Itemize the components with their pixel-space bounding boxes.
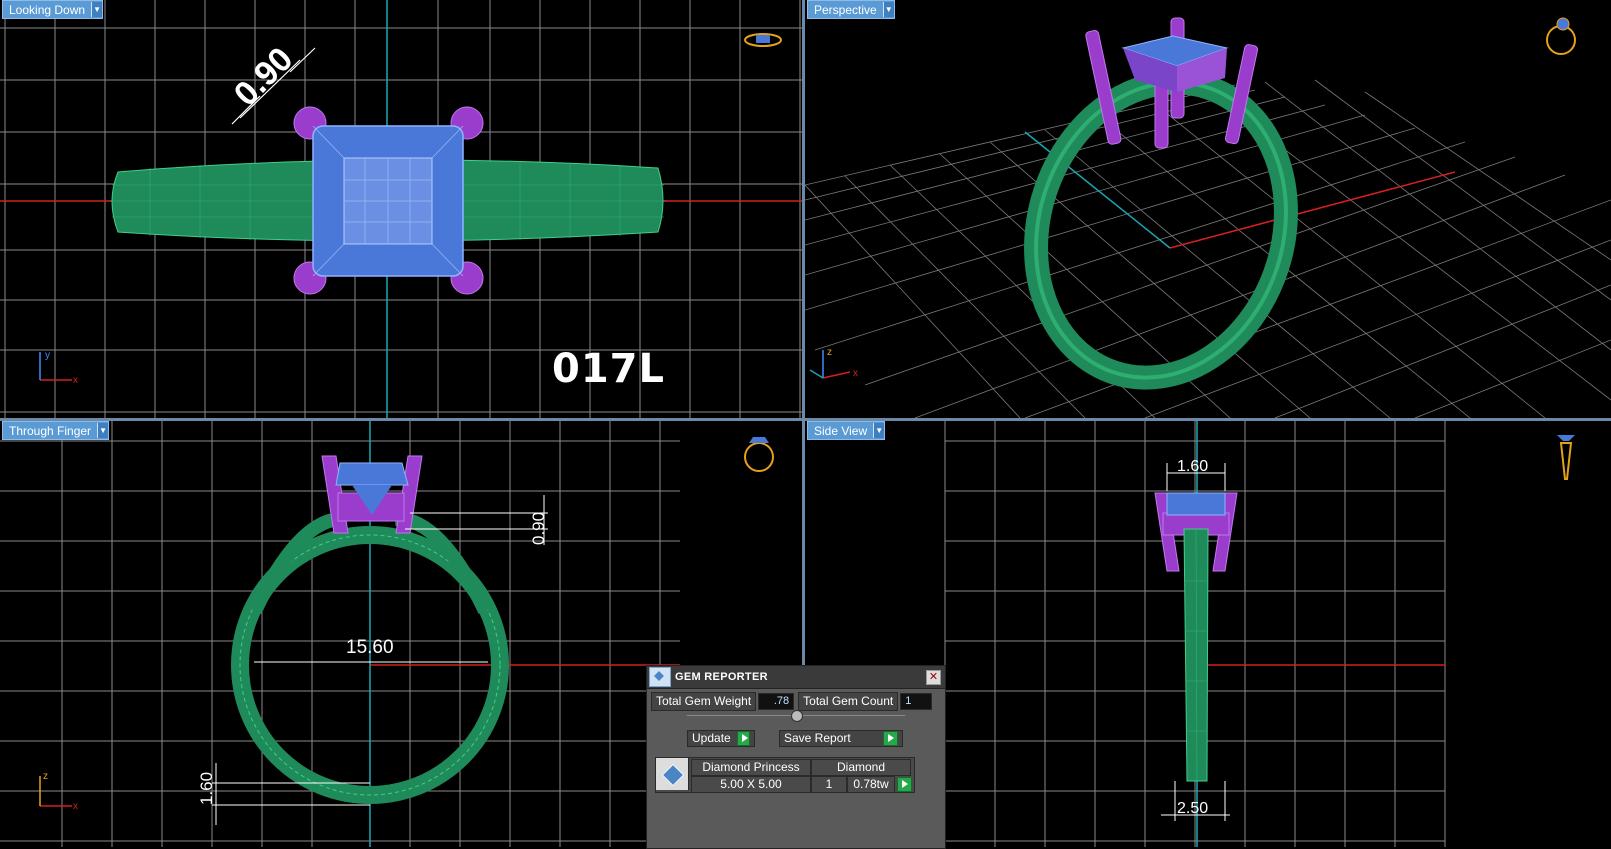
chevron-down-icon[interactable]: ▼ — [873, 423, 885, 438]
axis-indicator: y x — [39, 350, 78, 386]
dimension-label: 1.60 — [197, 772, 216, 805]
viewport-menu-perspective[interactable]: Perspective ▼ — [807, 0, 895, 19]
dimension-label: 15.60 — [346, 637, 394, 658]
gem-material: Diamond — [811, 759, 911, 776]
ring-icon[interactable] — [1546, 17, 1576, 55]
slider-knob[interactable] — [791, 710, 803, 722]
viewport-looking-down[interactable]: Looking Down ▼ 0.90 y x 017L — [0, 0, 802, 418]
axis-indicator: z x — [809, 347, 858, 379]
dimension-label: 1.60 — [1177, 458, 1208, 475]
gem-weight: 0.78tw — [847, 776, 895, 793]
panel-divider-slider[interactable] — [687, 710, 905, 726]
total-gem-count-value: 1 — [900, 693, 933, 710]
gem-shape: Diamond Princess — [691, 759, 811, 776]
total-gem-weight-value: .78 — [758, 693, 795, 710]
gem-reporter-icon — [649, 667, 671, 687]
gem-reporter-header[interactable]: GEM REPORTER ✕ — [647, 666, 945, 689]
gem-thumbnail-icon — [656, 758, 689, 790]
viewport-splitter-horizontal[interactable] — [0, 418, 1611, 421]
svg-text:z: z — [43, 771, 48, 782]
looking-down-canvas: 0.90 y x — [0, 0, 802, 418]
gem-count: 1 — [811, 776, 847, 793]
svg-text:x: x — [853, 368, 858, 379]
dimension-label: 0.90 — [529, 512, 548, 545]
play-icon — [883, 731, 898, 746]
ring-icon[interactable] — [744, 437, 774, 472]
ring-icon[interactable] — [1557, 435, 1575, 480]
gem-size: 5.00 X 5.00 — [691, 776, 811, 793]
gem-reporter-title: GEM REPORTER — [675, 671, 768, 683]
design-code: 017L — [552, 346, 665, 392]
update-button[interactable]: Update — [687, 730, 755, 747]
svg-text:z: z — [827, 347, 832, 358]
total-gem-count-label: Total Gem Count — [798, 692, 899, 711]
svg-text:x: x — [73, 801, 78, 812]
viewport-perspective[interactable]: Perspective ▼ z x — [805, 0, 1611, 418]
perspective-canvas: z x — [805, 17, 1611, 418]
gem-list-item[interactable]: Diamond Princess Diamond 5.00 X 5.00 1 0… — [655, 757, 915, 793]
gem-reporter-panel[interactable]: GEM REPORTER ✕ Total Gem Weight .78 Tota… — [646, 665, 946, 849]
viewport-menu-side-view[interactable]: Side View ▼ — [807, 421, 886, 440]
princess-gem[interactable] — [1166, 492, 1226, 516]
viewport-menu-through-finger[interactable]: Through Finger ▼ — [2, 421, 110, 440]
princess-gem[interactable] — [335, 462, 409, 486]
svg-text:x: x — [73, 375, 78, 386]
ring-icon[interactable] — [744, 33, 782, 47]
save-report-button[interactable]: Save Report — [779, 730, 903, 747]
dimension-label: 2.50 — [1177, 800, 1208, 817]
chevron-down-icon[interactable]: ▼ — [882, 2, 894, 17]
chevron-down-icon[interactable]: ▼ — [91, 2, 103, 17]
chevron-down-icon[interactable]: ▼ — [97, 423, 109, 438]
viewport-menu-looking-down[interactable]: Looking Down ▼ — [2, 0, 104, 19]
dimension-label: 0.90 — [227, 40, 301, 114]
svg-text:y: y — [45, 350, 50, 361]
play-icon — [736, 731, 750, 746]
close-button[interactable]: ✕ — [926, 669, 941, 685]
gem-row-action-button[interactable] — [897, 777, 912, 792]
total-gem-weight-label: Total Gem Weight — [651, 692, 757, 711]
